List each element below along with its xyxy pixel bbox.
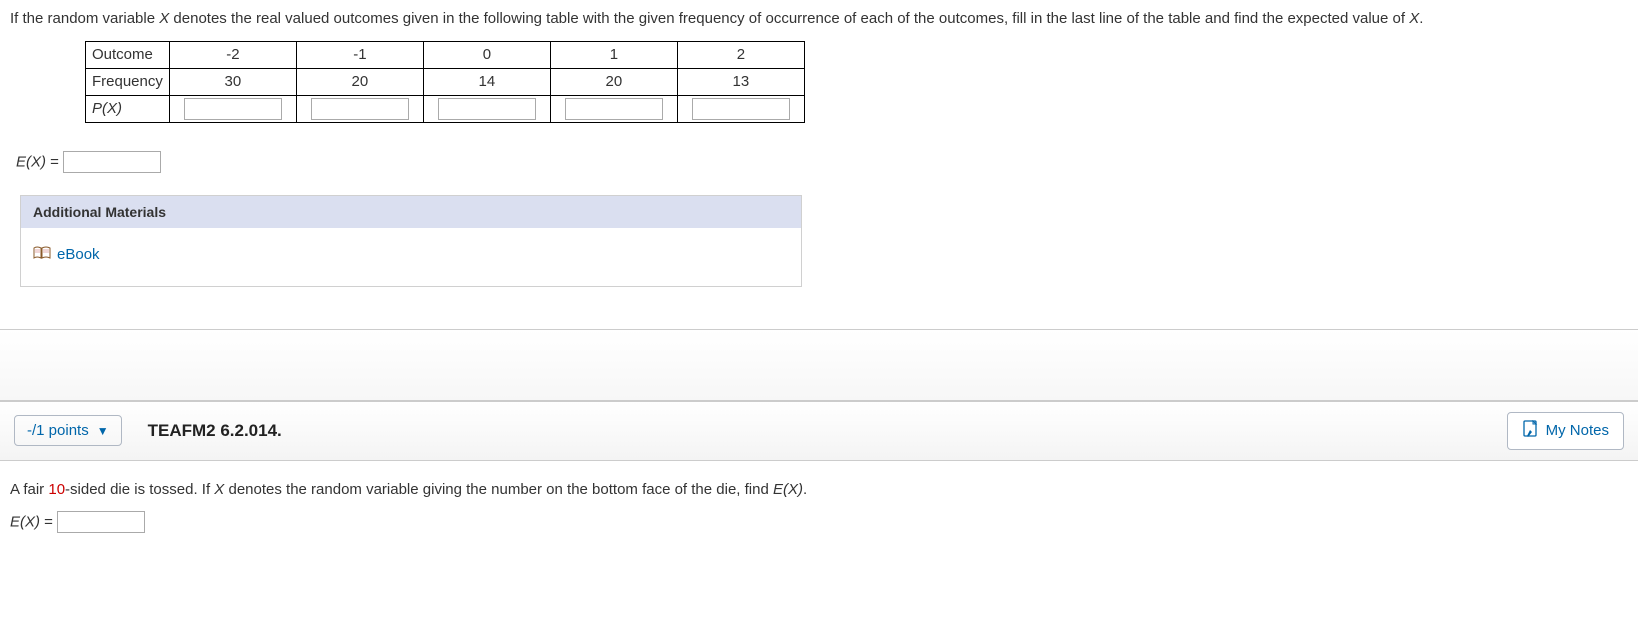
outcome-val: 2 bbox=[677, 41, 804, 68]
my-notes-label: My Notes bbox=[1546, 422, 1609, 439]
table-row-outcome: Outcome -2 -1 0 1 2 bbox=[86, 41, 805, 68]
question-2: A fair 10-sided die is tossed. If X deno… bbox=[0, 461, 1638, 546]
table-row-frequency: Frequency 30 20 14 20 13 bbox=[86, 68, 805, 95]
q2-expected-value-line: E(X) = bbox=[10, 511, 1628, 533]
frequency-val: 20 bbox=[296, 68, 423, 95]
chevron-down-icon: ▼ bbox=[97, 424, 109, 438]
q2-prompt: A fair 10-sided die is tossed. If X deno… bbox=[10, 479, 1628, 502]
points-dropdown[interactable]: -/1 points ▼ bbox=[14, 415, 122, 446]
my-notes-button[interactable]: My Notes bbox=[1507, 412, 1624, 450]
q2-ex-inline: E(X) bbox=[773, 481, 803, 498]
q2-b: -sided die is tossed. If bbox=[65, 481, 214, 498]
points-text: -/1 points bbox=[27, 422, 89, 439]
q2-d: . bbox=[803, 481, 807, 498]
materials-header: Additional Materials bbox=[21, 196, 801, 228]
q2-a: A fair bbox=[10, 481, 48, 498]
outcome-val: -1 bbox=[296, 41, 423, 68]
ebook-link[interactable]: eBook bbox=[33, 246, 100, 263]
book-icon bbox=[33, 246, 51, 264]
frequency-val: 30 bbox=[169, 68, 296, 95]
q2-ex-label: E(X) bbox=[10, 514, 44, 531]
note-icon bbox=[1522, 420, 1538, 442]
px-input-3[interactable] bbox=[438, 98, 536, 120]
q2-var-x: X bbox=[214, 481, 224, 498]
outcome-val: -2 bbox=[169, 41, 296, 68]
px-input-5[interactable] bbox=[692, 98, 790, 120]
q1-text-post: . bbox=[1419, 10, 1423, 27]
px-input-1[interactable] bbox=[184, 98, 282, 120]
question-header-bar: -/1 points ▼ TEAFM2 6.2.014. My Notes bbox=[0, 401, 1638, 461]
question-1: If the random variable X denotes the rea… bbox=[0, 0, 1638, 299]
outcome-val: 1 bbox=[550, 41, 677, 68]
q1-text-pre: If the random variable bbox=[10, 10, 159, 27]
q2-ex-eq: = bbox=[44, 514, 57, 531]
ex-label: E(X) bbox=[16, 153, 50, 170]
q1-prompt: If the random variable X denotes the rea… bbox=[10, 8, 1628, 31]
px-input-4[interactable] bbox=[565, 98, 663, 120]
frequency-val: 20 bbox=[550, 68, 677, 95]
px-label: P(X) bbox=[86, 95, 170, 122]
q2-c: denotes the random variable giving the n… bbox=[224, 481, 773, 498]
q1-text-mid: denotes the real valued outcomes given i… bbox=[169, 10, 1409, 27]
table-row-px: P(X) bbox=[86, 95, 805, 122]
ex-eq: = bbox=[50, 153, 63, 170]
outcome-label: Outcome bbox=[86, 41, 170, 68]
question-separator bbox=[0, 329, 1638, 401]
outcome-val: 0 bbox=[423, 41, 550, 68]
q1-ex-input[interactable] bbox=[63, 151, 161, 173]
outcome-table: Outcome -2 -1 0 1 2 Frequency 30 20 14 2… bbox=[85, 41, 805, 123]
frequency-label: Frequency bbox=[86, 68, 170, 95]
q2-sides: 10 bbox=[48, 481, 65, 498]
ebook-link-text: eBook bbox=[57, 246, 100, 263]
additional-materials: Additional Materials eBook bbox=[20, 195, 802, 287]
question-code: TEAFM2 6.2.014. bbox=[148, 421, 282, 441]
frequency-val: 14 bbox=[423, 68, 550, 95]
q1-expected-value-line: E(X) = bbox=[16, 151, 1628, 173]
frequency-val: 13 bbox=[677, 68, 804, 95]
px-input-2[interactable] bbox=[311, 98, 409, 120]
q2-ex-input[interactable] bbox=[57, 511, 145, 533]
q1-var-x2: X bbox=[1409, 10, 1419, 27]
q1-var-x: X bbox=[159, 10, 169, 27]
